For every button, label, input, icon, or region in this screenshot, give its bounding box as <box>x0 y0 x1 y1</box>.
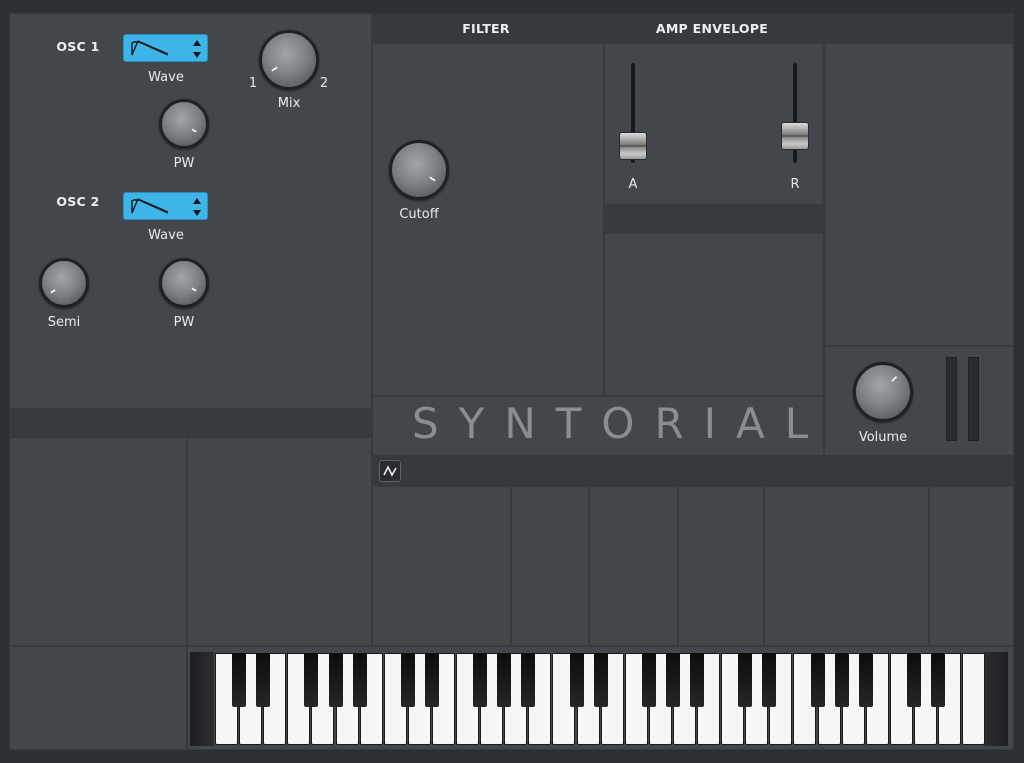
osc2-title: OSC 2 <box>56 194 100 209</box>
black-key[interactable] <box>569 653 584 707</box>
white-key[interactable] <box>962 653 986 745</box>
osc1-pw-label: PW <box>173 156 195 171</box>
empty-module-right <box>824 43 1014 346</box>
up-down-arrows-icon <box>193 40 201 58</box>
black-key[interactable] <box>352 653 367 707</box>
empty-module-row-1 <box>372 486 511 646</box>
black-key[interactable] <box>497 653 512 707</box>
osc2-semi-knob[interactable] <box>39 258 89 308</box>
osc-footer-bar <box>9 409 372 437</box>
waveform-icon[interactable] <box>379 460 401 482</box>
attack-slider-handle[interactable] <box>619 132 647 160</box>
osc1-mix-min: 1 <box>248 76 258 91</box>
up-down-arrows-icon <box>193 198 201 216</box>
black-key[interactable] <box>593 653 608 707</box>
osc2-wave-label: Wave <box>148 228 184 243</box>
amp-envelope-footer-bar <box>604 205 824 233</box>
osc2-pw-knob[interactable] <box>159 258 209 308</box>
osc2-semi-label: Semi <box>47 315 81 330</box>
black-key[interactable] <box>834 653 849 707</box>
black-key[interactable] <box>521 653 536 707</box>
empty-module-row-4 <box>678 486 764 646</box>
black-key[interactable] <box>762 653 777 707</box>
release-label: R <box>790 177 800 192</box>
black-key[interactable] <box>738 653 753 707</box>
empty-module-bottom-left-2 <box>187 437 372 646</box>
osc1-wave-label: Wave <box>148 70 184 85</box>
level-meter-left <box>946 357 957 441</box>
black-key[interactable] <box>400 653 415 707</box>
attack-label: A <box>628 177 638 192</box>
empty-module-bottom-left-1 <box>9 437 187 646</box>
black-key[interactable] <box>931 653 945 707</box>
osc1-title: OSC 1 <box>56 39 100 54</box>
waveform-icon-glyph <box>383 465 397 477</box>
osc1-wave-dropdown[interactable] <box>123 34 208 62</box>
osc1-mix-knob[interactable] <box>259 30 319 90</box>
keyboard-right-cheek <box>984 652 1008 746</box>
black-key[interactable] <box>906 653 921 707</box>
black-key[interactable] <box>232 653 247 707</box>
filter-cutoff-label: Cutoff <box>399 207 439 222</box>
black-key[interactable] <box>328 653 343 707</box>
osc2-wave-dropdown[interactable] <box>123 192 208 220</box>
master-volume-knob[interactable] <box>853 362 913 422</box>
master-volume-label: Volume <box>858 430 908 445</box>
empty-module-mid <box>604 233 824 396</box>
filter-title: FILTER <box>462 21 510 36</box>
osc1-pw-knob[interactable] <box>159 99 209 149</box>
module-toolbar <box>372 456 1014 486</box>
black-key[interactable] <box>690 653 704 707</box>
black-key[interactable] <box>665 653 680 707</box>
empty-module-row-2 <box>511 486 589 646</box>
filter-cutoff-knob[interactable] <box>389 140 449 200</box>
level-meter-right <box>968 357 979 441</box>
app-logo: SYNTORIAL <box>412 399 829 448</box>
black-key[interactable] <box>810 653 825 707</box>
black-key[interactable] <box>641 653 656 707</box>
black-key[interactable] <box>304 653 319 707</box>
osc2-pw-label: PW <box>173 315 195 330</box>
release-slider-handle[interactable] <box>781 122 809 150</box>
osc1-mix-max: 2 <box>319 76 329 91</box>
empty-module-row-6 <box>929 486 1014 646</box>
empty-module-row-5 <box>764 486 929 646</box>
black-key[interactable] <box>424 653 439 707</box>
black-key[interactable] <box>473 653 488 707</box>
black-key[interactable] <box>858 653 873 707</box>
empty-module-keyboard-left <box>9 646 187 750</box>
osc1-mix-label: Mix <box>277 96 301 111</box>
black-key[interactable] <box>256 653 271 707</box>
empty-module-row-3 <box>589 486 678 646</box>
keyboard-left-cheek <box>190 652 214 746</box>
amp-envelope-title: AMP ENVELOPE <box>655 21 769 36</box>
